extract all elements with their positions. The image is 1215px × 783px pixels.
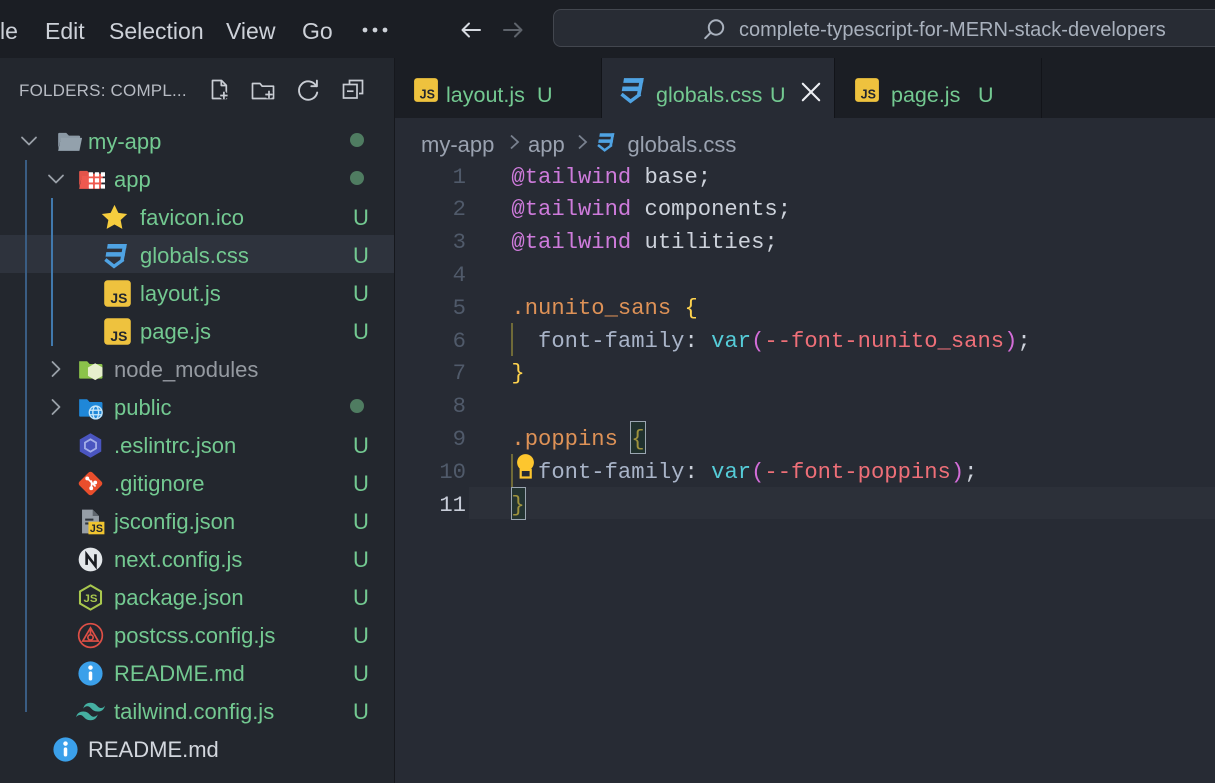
svg-text:JS: JS (110, 328, 127, 344)
svg-text:JS: JS (420, 87, 435, 101)
svg-text:JS: JS (861, 87, 876, 101)
svg-text:JS: JS (90, 522, 103, 534)
svg-text:JS: JS (110, 290, 127, 306)
svg-text:JS: JS (83, 592, 97, 604)
